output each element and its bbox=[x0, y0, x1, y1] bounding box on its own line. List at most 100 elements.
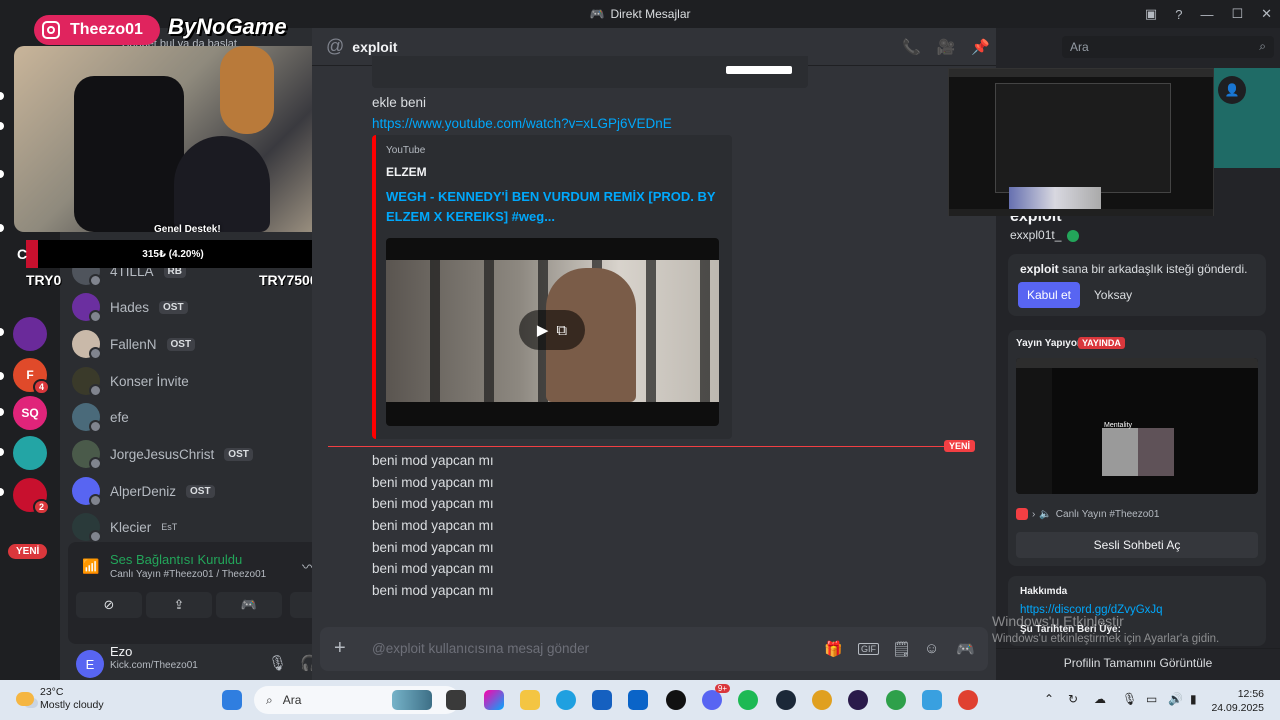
stream-preview[interactable]: Mentality bbox=[1016, 358, 1258, 494]
preview-album bbox=[1102, 428, 1138, 476]
new-messages-divider bbox=[328, 446, 968, 447]
chrome-icon[interactable] bbox=[812, 690, 832, 710]
maximize-button[interactable]: ☐ bbox=[1231, 6, 1243, 22]
chrome-alt-icon[interactable] bbox=[958, 690, 978, 710]
cloud-icon[interactable]: ☁ bbox=[1094, 692, 1106, 706]
embed-fragment bbox=[726, 66, 792, 74]
voice-call-icon[interactable]: 📞 bbox=[902, 38, 921, 56]
preview-album bbox=[1138, 428, 1174, 476]
goal-max: TRY7500 bbox=[259, 272, 318, 288]
video-thumbnail[interactable]: ▶ ⧉ bbox=[386, 238, 719, 426]
attach-plus-icon[interactable]: + bbox=[334, 637, 346, 660]
spotify-icon[interactable] bbox=[738, 690, 758, 710]
edge-icon[interactable] bbox=[556, 690, 576, 710]
apps-gamepad-icon[interactable]: 🎮 bbox=[956, 640, 975, 658]
outlook-icon[interactable] bbox=[628, 690, 648, 710]
message-link[interactable]: https://www.youtube.com/watch?v=xLGPj6VE… bbox=[372, 116, 672, 131]
play-controls[interactable]: ▶ ⧉ bbox=[519, 310, 585, 350]
notepad-icon[interactable] bbox=[922, 690, 942, 710]
server-icon[interactable]: SQ bbox=[13, 396, 47, 430]
activities-button[interactable]: 🎮 bbox=[216, 592, 282, 618]
voice-channel[interactable]: Canlı Yayın #Theezo01 / Theezo01 bbox=[110, 569, 266, 580]
dm-item[interactable]: Hades OST bbox=[72, 290, 304, 324]
avatar[interactable]: E bbox=[76, 650, 104, 678]
new-unreads-pill[interactable]: YENİ bbox=[8, 544, 48, 559]
chevron-up-icon[interactable]: ⌃ bbox=[1044, 692, 1054, 706]
voice-status[interactable]: Ses Bağlantısı Kuruldu bbox=[110, 552, 242, 567]
recipient-name[interactable]: exploit bbox=[352, 39, 397, 55]
close-button[interactable]: ✕ bbox=[1261, 6, 1272, 22]
display-icon[interactable]: ▭ bbox=[1146, 692, 1157, 706]
dm-item[interactable]: JorgeJesusChrist OST bbox=[72, 437, 304, 471]
weather-widget[interactable]: 23°C Mostly cloudy bbox=[16, 686, 104, 712]
video-call-icon[interactable]: 🎥 bbox=[937, 38, 956, 56]
avatar bbox=[72, 440, 102, 470]
username[interactable]: Ezo bbox=[110, 644, 132, 659]
store-icon[interactable] bbox=[592, 690, 612, 710]
server-icon[interactable] bbox=[13, 317, 47, 351]
open-external-icon[interactable]: ⧉ bbox=[556, 322, 567, 339]
sync-icon[interactable]: ↻ bbox=[1068, 692, 1078, 706]
inbox-icon[interactable]: ▣ bbox=[1145, 6, 1157, 22]
live-badge: YAYINDA bbox=[1078, 337, 1125, 349]
gift-icon[interactable]: 🎁 bbox=[824, 640, 843, 658]
unread-indicator bbox=[0, 170, 4, 178]
guitar-shape bbox=[220, 46, 274, 134]
server-icon[interactable] bbox=[13, 436, 47, 470]
search-input[interactable]: Ara ⌕ bbox=[1062, 36, 1274, 58]
camera-off-icon: ⊘ bbox=[103, 597, 115, 612]
overlay-thumbnails bbox=[1009, 187, 1101, 211]
battery-icon[interactable]: ▮ bbox=[1190, 692, 1197, 706]
message-text: beni mod yapcan mı bbox=[372, 561, 494, 576]
add-friend-icon[interactable]: 👤 bbox=[1218, 76, 1246, 104]
minimize-button[interactable]: — bbox=[1200, 7, 1213, 22]
message-input[interactable]: @exploit kullanıcısına mesaj gönder bbox=[372, 641, 589, 656]
dm-item[interactable]: Konser İnvite bbox=[72, 364, 304, 398]
copilot-icon[interactable] bbox=[484, 690, 504, 710]
server-icon[interactable]: F4 bbox=[13, 358, 50, 395]
search-highlight-icon bbox=[392, 690, 432, 710]
goal-progress: 315₺ (4.20%) bbox=[142, 248, 204, 260]
chrome-profile-icon[interactable] bbox=[886, 690, 906, 710]
system-clock[interactable]: 12:56 24.09.2025 bbox=[1210, 687, 1264, 715]
help-icon[interactable]: ? bbox=[1175, 7, 1182, 22]
volume-icon[interactable]: 🔊 bbox=[1168, 692, 1183, 706]
camera-off-button[interactable]: ⊘ bbox=[76, 592, 142, 618]
dm-item[interactable]: AlperDeniz OST bbox=[72, 474, 304, 508]
emoji-icon[interactable]: ☺ bbox=[924, 640, 939, 657]
activation-watermark-title: Windows'u Etkinleştir bbox=[992, 613, 1124, 629]
pin-icon[interactable]: 📌 bbox=[971, 38, 990, 56]
task-view-icon[interactable] bbox=[446, 690, 466, 710]
server-icon[interactable]: 2 bbox=[13, 478, 50, 515]
streaming-label: Yayın Yapıyor bbox=[1016, 338, 1081, 349]
avatar bbox=[72, 403, 102, 433]
previous-embed bbox=[372, 56, 808, 88]
dm-item[interactable]: Klecier EsT bbox=[72, 510, 304, 544]
embed-title[interactable]: WEGH - KENNEDY'İ BEN VURDUM REMİX [PROD.… bbox=[386, 187, 716, 227]
gif-icon[interactable]: GIF bbox=[858, 643, 879, 655]
sticker-icon[interactable]: 🗒 bbox=[892, 640, 911, 658]
signal-icon[interactable]: 📶 bbox=[82, 558, 99, 575]
dm-item[interactable]: efe bbox=[72, 400, 304, 434]
accept-button[interactable]: Kabul et bbox=[1018, 282, 1080, 308]
media-player-icon[interactable] bbox=[666, 690, 686, 710]
obs-icon[interactable] bbox=[848, 690, 868, 710]
embed-provider[interactable]: YouTube bbox=[386, 145, 425, 156]
microphone-tray-icon[interactable]: 🎙 bbox=[1122, 692, 1137, 706]
play-icon[interactable]: ▶ bbox=[537, 321, 549, 339]
webcam-overlay: Genel Destek! bbox=[14, 46, 344, 232]
steam-icon[interactable] bbox=[776, 690, 796, 710]
stream-channel[interactable]: › 🔈 Canlı Yayın #Theezo01 bbox=[1016, 508, 1159, 520]
embed-author[interactable]: ELZEM bbox=[386, 165, 427, 179]
ignore-button[interactable]: Yoksay bbox=[1088, 282, 1138, 308]
join-voice-button[interactable]: Sesli Sohbeti Aç bbox=[1016, 532, 1258, 558]
stream-screenshot-overlay bbox=[948, 68, 1214, 216]
start-windows-icon[interactable] bbox=[222, 690, 242, 710]
screen-share-button[interactable]: ⇪ bbox=[146, 592, 212, 618]
file-explorer-icon[interactable] bbox=[520, 690, 540, 710]
discord-taskbar-icon[interactable]: 9+ bbox=[702, 684, 730, 710]
nitro-badge-icon bbox=[1067, 229, 1080, 242]
view-full-profile-button[interactable]: Profilin Tamamını Görüntüle bbox=[996, 648, 1280, 676]
dm-item[interactable]: FallenN OST bbox=[72, 327, 304, 361]
microphone-icon[interactable]: 🎙 bbox=[268, 654, 287, 672]
